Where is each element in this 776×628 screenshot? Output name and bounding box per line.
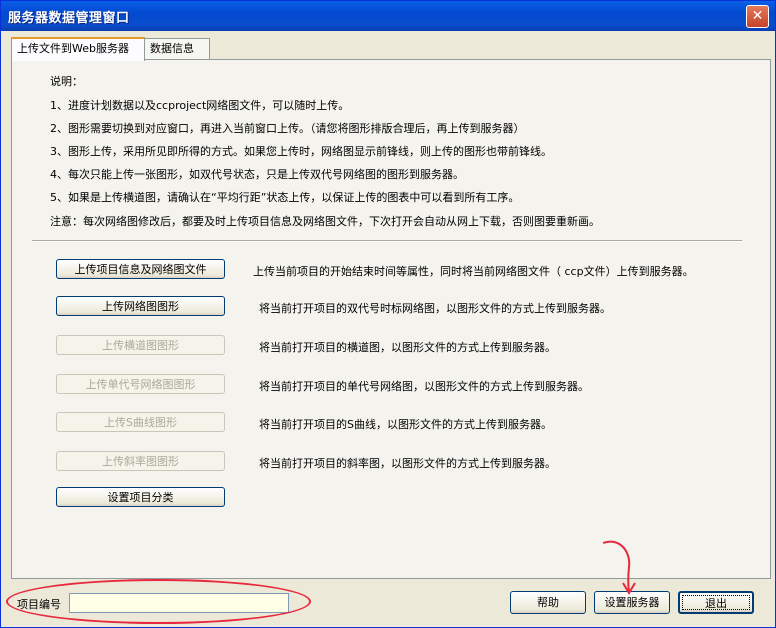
upload-single-network-button[interactable]: 上传单代号网络图图形 <box>56 374 225 394</box>
description-line: 2、图形需要切换到对应窗口，再进入当前窗口上传。（请您将图形排版合理后，再上传到… <box>50 122 525 135</box>
description-line: 4、每次只能上传一张图形，如双代号状态，只是上传双代号网络图的图形到服务器。 <box>50 168 464 181</box>
upload-project-info-desc: 上传当前项目的开始结束时间等属性，同时将当前网络图文件（ ccp文件）上传到服务… <box>253 265 694 278</box>
window-title: 服务器数据管理窗口 <box>8 11 130 26</box>
upload-s-curve-desc: 将当前打开项目的S曲线，以图形文件的方式上传到服务器。 <box>259 418 552 431</box>
upload-s-curve-button[interactable]: 上传S曲线图形 <box>56 412 225 432</box>
upload-gantt-graph-button[interactable]: 上传横道图图形 <box>56 335 225 355</box>
description-heading: 说明： <box>50 75 83 88</box>
red-annotation-arrow <box>602 540 636 595</box>
description-note: 注意：每次网络图修改后，都要及时上传项目信息及网络图文件，下次打开会自动从网上下… <box>50 215 600 228</box>
upload-panel: 说明： 1、进度计划数据以及ccproject网络图文件，可以随时上传。 2、图… <box>11 59 771 579</box>
title-bar[interactable]: 服务器数据管理窗口 ✕ <box>1 1 775 31</box>
upload-single-network-desc: 将当前打开项目的单代号网络图，以图形文件的方式上传到服务器。 <box>259 380 589 393</box>
help-button[interactable]: 帮助 <box>510 591 586 614</box>
close-button[interactable]: ✕ <box>746 5 769 28</box>
upload-slope-graph-button[interactable]: 上传斜率图图形 <box>56 451 225 471</box>
tab-upload-web[interactable]: 上传文件到Web服务器 <box>11 37 145 61</box>
red-annotation-circle <box>6 579 311 624</box>
separator <box>32 240 742 242</box>
tab-data-info[interactable]: 数据信息 <box>144 38 210 59</box>
description-line: 3、图形上传，采用所见即所得的方式。如果您上传时，网络图显示前锋线，则上传的图形… <box>50 145 552 158</box>
upload-network-graph-desc: 将当前打开项目的双代号时标网络图，以图形文件的方式上传到服务器。 <box>259 302 611 315</box>
set-project-category-button[interactable]: 设置项目分类 <box>56 487 225 507</box>
server-data-window: 服务器数据管理窗口 ✕ 上传文件到Web服务器 数据信息 说明： 1、进度计划数… <box>0 0 776 628</box>
exit-button[interactable]: 退出 <box>678 591 754 614</box>
description-line: 5、如果是上传横道图，请确认在“平均行距”状态上传，以保证上传的图表中可以看到所… <box>50 191 520 204</box>
description-line: 1、进度计划数据以及ccproject网络图文件，可以随时上传。 <box>50 99 350 112</box>
upload-gantt-graph-desc: 将当前打开项目的横道图，以图形文件的方式上传到服务器。 <box>259 341 556 354</box>
upload-network-graph-button[interactable]: 上传网络图图形 <box>56 296 225 316</box>
upload-project-info-button[interactable]: 上传项目信息及网络图文件 <box>56 259 225 279</box>
upload-slope-graph-desc: 将当前打开项目的斜率图，以图形文件的方式上传到服务器。 <box>259 457 556 470</box>
